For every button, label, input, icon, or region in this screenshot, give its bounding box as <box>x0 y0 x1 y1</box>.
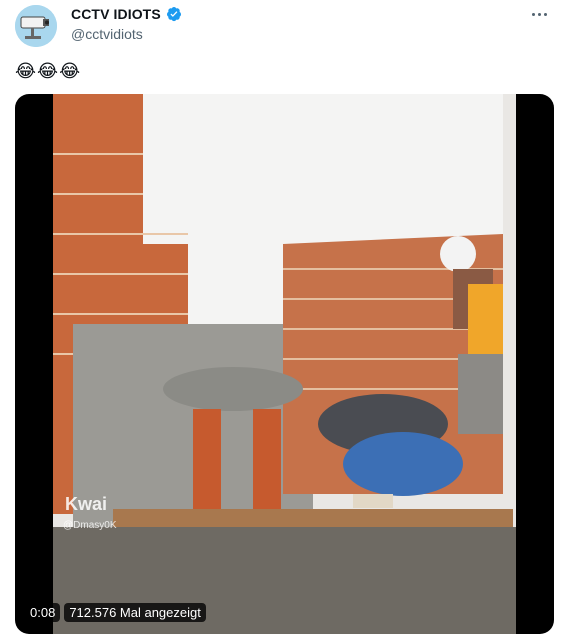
kwai-user-watermark: @Dmasy0K <box>63 520 117 531</box>
video-overlay: 0:08 712.576 Mal angezeigt <box>25 603 206 622</box>
handle[interactable]: @cctvidiots <box>71 26 143 42</box>
kwai-watermark: Kwai <box>65 494 108 514</box>
tweet-text: 😂😂😂 <box>15 61 82 81</box>
verified-badge-icon <box>166 7 181 22</box>
tweet-card: CCTV IDIOTS @cctvidiots 😂😂😂 Kwai @Dmasy0… <box>0 0 576 640</box>
video-frame <box>53 94 516 634</box>
video-timestamp: 0:08 <box>25 603 61 622</box>
view-count: 712.576 Mal angezeigt <box>64 603 206 622</box>
video-player[interactable]: Kwai @Dmasy0K 0:08 712.576 Mal angezeigt <box>15 94 554 634</box>
avatar[interactable] <box>15 5 57 47</box>
display-name[interactable]: CCTV IDIOTS <box>71 6 161 22</box>
more-options-icon[interactable] <box>530 6 552 20</box>
name-row: CCTV IDIOTS <box>71 6 182 22</box>
cctv-camera-icon <box>15 5 57 47</box>
